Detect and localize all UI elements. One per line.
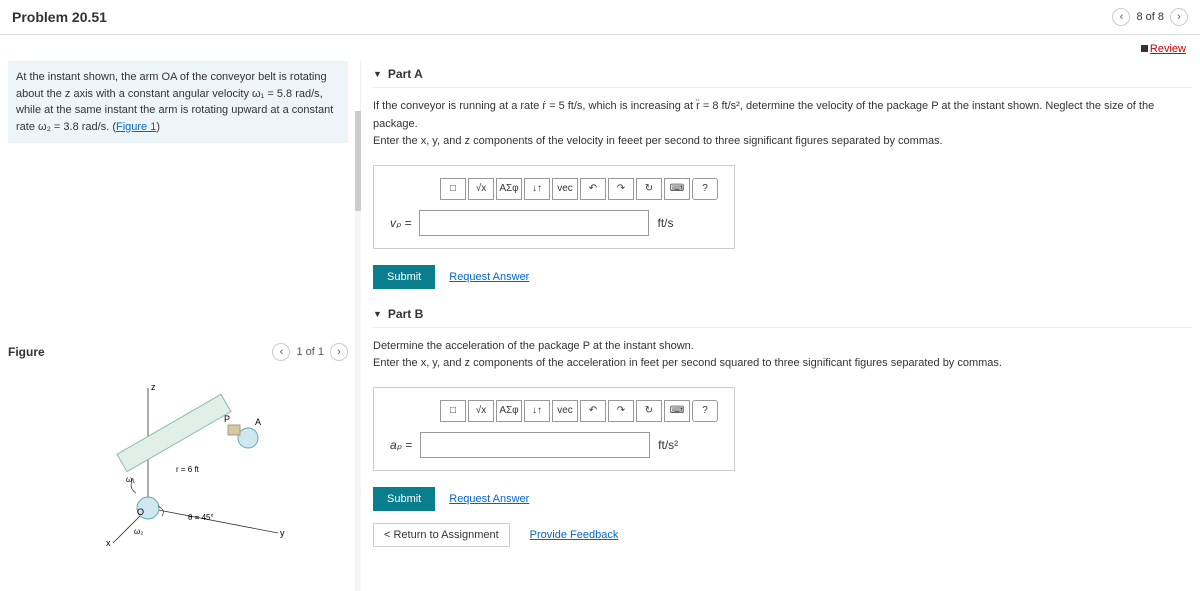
subscript-tool[interactable]: ↓↑ bbox=[524, 400, 550, 422]
part-b-unit: ft/s² bbox=[658, 438, 678, 452]
keyboard-tool[interactable]: ⌨ bbox=[664, 400, 690, 422]
redo-tool[interactable]: ↷ bbox=[608, 178, 634, 200]
reset-tool[interactable]: ↻ bbox=[636, 400, 662, 422]
svg-text:y: y bbox=[280, 528, 285, 538]
template-tool[interactable]: □ bbox=[440, 400, 466, 422]
help-tool[interactable]: ? bbox=[692, 400, 718, 422]
svg-text:P: P bbox=[224, 414, 230, 424]
provide-feedback-link[interactable]: Provide Feedback bbox=[530, 529, 619, 541]
svg-text:r = 6 ft: r = 6 ft bbox=[176, 465, 200, 474]
part-a-header[interactable]: ▼ Part A bbox=[373, 61, 1192, 88]
return-to-assignment-button[interactable]: < Return to Assignment bbox=[373, 523, 510, 547]
svg-text:ω₁: ω₁ bbox=[126, 475, 135, 484]
svg-text:x: x bbox=[106, 538, 111, 548]
greek-tool[interactable]: ΑΣφ bbox=[496, 178, 522, 200]
svg-text:z: z bbox=[151, 382, 156, 392]
part-a-question: If the conveyor is running at a rate ṙ =… bbox=[373, 98, 1192, 151]
sqrt-tool[interactable]: √x bbox=[468, 400, 494, 422]
greek-tool[interactable]: ΑΣφ bbox=[496, 400, 522, 422]
sqrt-tool[interactable]: √x bbox=[468, 178, 494, 200]
svg-text:ω₂: ω₂ bbox=[134, 527, 143, 536]
part-a-unit: ft/s bbox=[657, 216, 673, 230]
problem-title: Problem 20.51 bbox=[12, 9, 107, 25]
vec-tool[interactable]: vec bbox=[552, 178, 578, 200]
figure-next-button[interactable]: › bbox=[330, 343, 348, 361]
problem-description: At the instant shown, the arm OA of the … bbox=[8, 61, 348, 143]
part-b-var-label: aₚ = bbox=[390, 438, 412, 452]
figure-label: Figure bbox=[8, 345, 45, 359]
part-b-answer-area: □ √x ΑΣφ ↓↑ vec ↶ ↷ ↻ ⌨ ? aₚ = ft/s² bbox=[373, 387, 735, 471]
keyboard-tool[interactable]: ⌨ bbox=[664, 178, 690, 200]
part-b-header[interactable]: ▼ Part B bbox=[373, 301, 1192, 328]
template-tool[interactable]: □ bbox=[440, 178, 466, 200]
page-counter: 8 of 8 bbox=[1136, 11, 1164, 23]
review-link[interactable]: Review bbox=[1141, 43, 1186, 55]
part-b-request-answer-link[interactable]: Request Answer bbox=[449, 493, 529, 505]
redo-tool[interactable]: ↷ bbox=[608, 400, 634, 422]
part-a-var-label: vₚ = bbox=[390, 216, 411, 230]
subscript-tool[interactable]: ↓↑ bbox=[524, 178, 550, 200]
collapse-icon: ▼ bbox=[373, 309, 382, 319]
prev-problem-button[interactable]: ‹ bbox=[1112, 8, 1130, 26]
vec-tool[interactable]: vec bbox=[552, 400, 578, 422]
svg-text:O: O bbox=[137, 507, 144, 517]
part-a-request-answer-link[interactable]: Request Answer bbox=[449, 271, 529, 283]
part-b-input[interactable] bbox=[420, 432, 650, 458]
figure-diagram: z y x A P O r = 6 ft θ = 45° ω₁ ω₂ bbox=[8, 373, 348, 553]
part-a-submit-button[interactable]: Submit bbox=[373, 265, 435, 289]
part-b-question: Determine the acceleration of the packag… bbox=[373, 338, 1192, 373]
reset-tool[interactable]: ↻ bbox=[636, 178, 662, 200]
figure-prev-button[interactable]: ‹ bbox=[272, 343, 290, 361]
undo-tool[interactable]: ↶ bbox=[580, 400, 606, 422]
svg-text:θ = 45°: θ = 45° bbox=[188, 513, 214, 522]
part-a-input[interactable] bbox=[419, 210, 649, 236]
help-tool[interactable]: ? bbox=[692, 178, 718, 200]
undo-tool[interactable]: ↶ bbox=[580, 178, 606, 200]
part-b-submit-button[interactable]: Submit bbox=[373, 487, 435, 511]
svg-text:A: A bbox=[255, 417, 261, 427]
scroll-thumb[interactable] bbox=[355, 111, 361, 211]
part-a-answer-area: □ √x ΑΣφ ↓↑ vec ↶ ↷ ↻ ⌨ ? vₚ = ft/s bbox=[373, 165, 735, 249]
figure-link[interactable]: Figure 1 bbox=[116, 121, 156, 133]
collapse-icon: ▼ bbox=[373, 69, 382, 79]
figure-counter: 1 of 1 bbox=[296, 346, 324, 358]
next-problem-button[interactable]: › bbox=[1170, 8, 1188, 26]
